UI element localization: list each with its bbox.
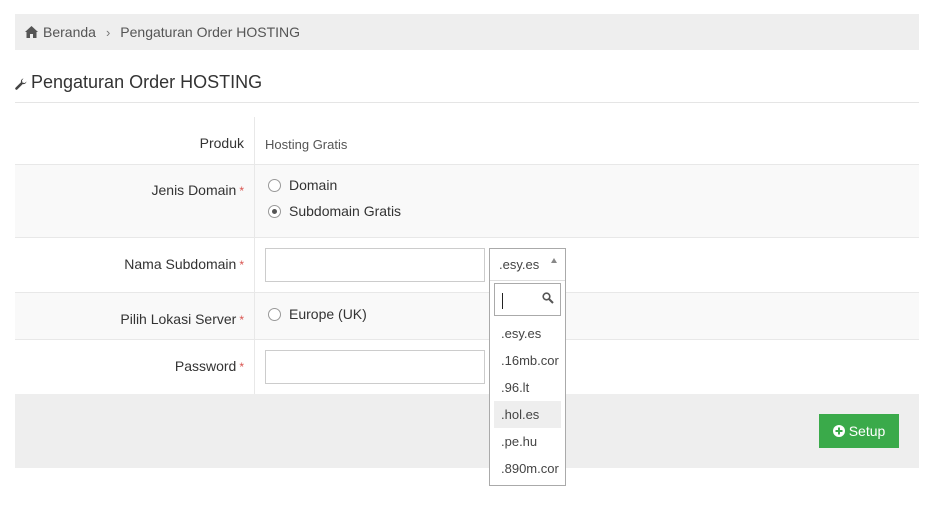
suffix-option[interactable]: .pe.hu: [490, 428, 565, 455]
row-jenis-domain: Jenis Domain * Domain Subdomain Gratis: [15, 165, 919, 238]
order-form: Produk Hosting Gratis Jenis Domain * Doma…: [15, 117, 919, 394]
required-marker: *: [239, 360, 244, 374]
row-password: Password *: [15, 340, 919, 394]
radio-subdomain-gratis-circle[interactable]: [268, 204, 281, 218]
setup-button-label: Setup: [848, 423, 886, 439]
breadcrumb-home-label: Beranda: [43, 24, 96, 40]
label-lokasi-server: Pilih Lokasi Server *: [15, 293, 255, 339]
required-marker: *: [239, 313, 244, 327]
radio-europe-uk-circle[interactable]: [268, 307, 281, 321]
radio-subdomain-gratis-label: Subdomain Gratis: [289, 203, 402, 219]
breadcrumb: Beranda › Pengaturan Order HOSTING: [15, 14, 919, 50]
value-password: [255, 340, 919, 394]
value-lokasi-server: Europe (UK): [255, 293, 919, 339]
text-cursor: [502, 293, 503, 309]
breadcrumb-current: Pengaturan Order HOSTING: [120, 24, 301, 40]
radio-europe-uk[interactable]: Europe (UK): [268, 301, 919, 327]
suffix-option[interactable]: .96.lt: [490, 374, 565, 401]
radio-europe-uk-label: Europe (UK): [289, 306, 367, 322]
value-produk: Hosting Gratis: [255, 117, 919, 164]
plus-circle-icon: [832, 425, 845, 437]
label-produk: Produk: [15, 117, 255, 164]
suffix-options-list: .esy.es .16mb.cor .96.lt .hol.es .pe.hu …: [490, 320, 565, 482]
search-icon: [542, 292, 554, 304]
produk-value-text: Hosting Gratis: [265, 137, 348, 152]
value-jenis-domain: Domain Subdomain Gratis: [255, 165, 919, 237]
row-lokasi-server: Pilih Lokasi Server * Europe (UK): [15, 293, 919, 340]
row-produk: Produk Hosting Gratis: [15, 117, 919, 165]
required-marker: *: [239, 258, 244, 272]
page-title: Pengaturan Order HOSTING: [15, 72, 919, 103]
row-nama-subdomain: Nama Subdomain *: [15, 238, 919, 293]
label-lokasi-server-text: Pilih Lokasi Server: [120, 311, 237, 327]
radio-domain-label: Domain: [289, 177, 338, 193]
label-password: Password *: [15, 340, 255, 394]
caret-up-icon: [551, 258, 557, 263]
radio-domain-circle[interactable]: [268, 178, 281, 192]
home-icon: [25, 26, 38, 38]
suffix-option[interactable]: .esy.es: [490, 320, 565, 347]
page-title-text: Pengaturan Order HOSTING: [31, 72, 263, 92]
suffix-option[interactable]: .890m.cor: [490, 455, 565, 482]
suffix-selected-value: .esy.es: [499, 257, 540, 272]
password-input[interactable]: [265, 350, 485, 384]
label-password-text: Password: [174, 358, 237, 374]
suffix-option[interactable]: .16mb.cor: [490, 347, 565, 374]
radio-subdomain-gratis[interactable]: Subdomain Gratis: [268, 198, 919, 224]
suffix-search-input[interactable]: [494, 283, 561, 316]
subdomain-name-input[interactable]: [265, 248, 485, 282]
wrench-icon: [15, 78, 27, 90]
label-jenis-domain: Jenis Domain *: [15, 165, 255, 237]
suffix-select-current[interactable]: .esy.es: [490, 249, 565, 281]
form-actions: Setup: [15, 394, 919, 468]
required-marker: *: [239, 184, 244, 198]
suffix-option-highlighted[interactable]: .hol.es: [494, 401, 561, 428]
label-produk-text: Produk: [199, 135, 244, 151]
label-nama-subdomain-text: Nama Subdomain: [124, 256, 237, 272]
label-jenis-domain-text: Jenis Domain: [151, 182, 237, 198]
radio-domain[interactable]: Domain: [268, 172, 919, 198]
setup-button[interactable]: Setup: [819, 414, 899, 448]
value-nama-subdomain: [255, 238, 919, 292]
label-nama-subdomain: Nama Subdomain *: [15, 238, 255, 292]
subdomain-suffix-dropdown[interactable]: .esy.es .esy.es .16mb.cor .96.lt .hol.es…: [489, 248, 566, 486]
breadcrumb-separator: ›: [105, 24, 111, 40]
breadcrumb-home-link[interactable]: Beranda: [25, 24, 96, 40]
